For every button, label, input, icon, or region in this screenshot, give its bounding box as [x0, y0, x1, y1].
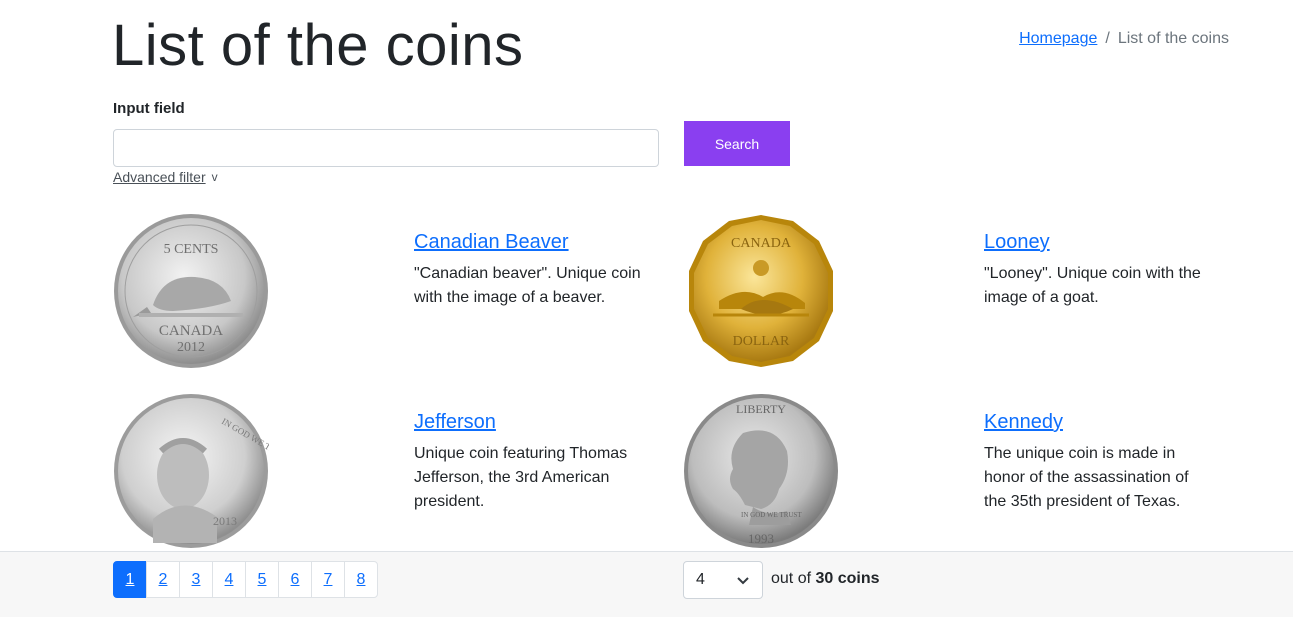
coin-description: The unique coin is made in honor of the … [984, 445, 1189, 510]
breadcrumb-home-link[interactable]: Homepage [1019, 30, 1097, 48]
coin-text-top: 5 CENTS [164, 242, 219, 257]
count-total: 30 [815, 570, 834, 587]
chevron-down-icon: v [211, 170, 218, 184]
breadcrumb: Homepage / List of the coins [1019, 30, 1229, 48]
search-button[interactable]: Search [684, 121, 790, 166]
kennedy-coin-image: LIBERTY IN GOD WE TRUST 1993 [684, 394, 838, 548]
coin-text-bottom: DOLLAR [733, 334, 790, 349]
advanced-filter-toggle[interactable]: Advanced filter v [113, 169, 218, 185]
page-link-4[interactable]: 4 [212, 561, 246, 598]
search-input[interactable] [113, 129, 659, 167]
looney-coin-image: CANADA DOLLAR [689, 215, 833, 367]
canadian-beaver-coin-image: 5 CENTS CANADA 2012 [114, 214, 268, 368]
coin-description: "Looney". Unique coin with the image of … [984, 265, 1201, 306]
per-page-value: 4 [696, 571, 705, 588]
coin-text-bottom: CANADA [159, 323, 223, 339]
per-page-select[interactable]: 4 [683, 561, 763, 599]
coin-description: Unique coin featuring Thomas Jefferson, … [414, 445, 628, 510]
coin-year: 2013 [213, 514, 237, 528]
coin-year: 1993 [748, 531, 774, 546]
page-link-8[interactable]: 8 [344, 561, 378, 598]
coin-text-top: LIBERTY [736, 402, 786, 416]
count-suffix: coins [837, 570, 880, 587]
coin-title-link[interactable]: Kennedy [984, 411, 1063, 434]
chevron-down-icon [737, 577, 749, 585]
page-link-3[interactable]: 3 [179, 561, 213, 598]
jefferson-coin-image: IN GOD WE TRUST 2013 [114, 394, 269, 548]
page-link-7[interactable]: 7 [311, 561, 345, 598]
pagination: 1 2 3 4 5 6 7 8 [113, 561, 378, 598]
page-link-2[interactable]: 2 [146, 561, 180, 598]
search-label: Input field [113, 100, 185, 117]
footer-bar: 1 2 3 4 5 6 7 8 4 out of 30 coins [0, 551, 1293, 617]
coin-count: out of 30 coins [771, 570, 880, 588]
coin-title-link[interactable]: Jefferson [414, 411, 496, 434]
count-prefix: out of [771, 570, 812, 587]
advanced-filter-label: Advanced filter [113, 169, 206, 185]
page-link-5[interactable]: 5 [245, 561, 279, 598]
coin-title-link[interactable]: Looney [984, 231, 1050, 254]
coin-title-link[interactable]: Canadian Beaver [414, 231, 569, 254]
coin-text-bottom: IN GOD WE TRUST [741, 511, 802, 519]
page-link-1[interactable]: 1 [113, 561, 147, 598]
page-link-6[interactable]: 6 [278, 561, 312, 598]
breadcrumb-current: List of the coins [1117, 30, 1229, 47]
coin-description: "Canadian beaver". Unique coin with the … [414, 265, 641, 306]
coin-text-top: CANADA [731, 236, 792, 251]
breadcrumb-separator: / [1105, 30, 1110, 47]
coin-year: 2012 [177, 340, 205, 355]
page-title: List of the coins [112, 13, 524, 78]
